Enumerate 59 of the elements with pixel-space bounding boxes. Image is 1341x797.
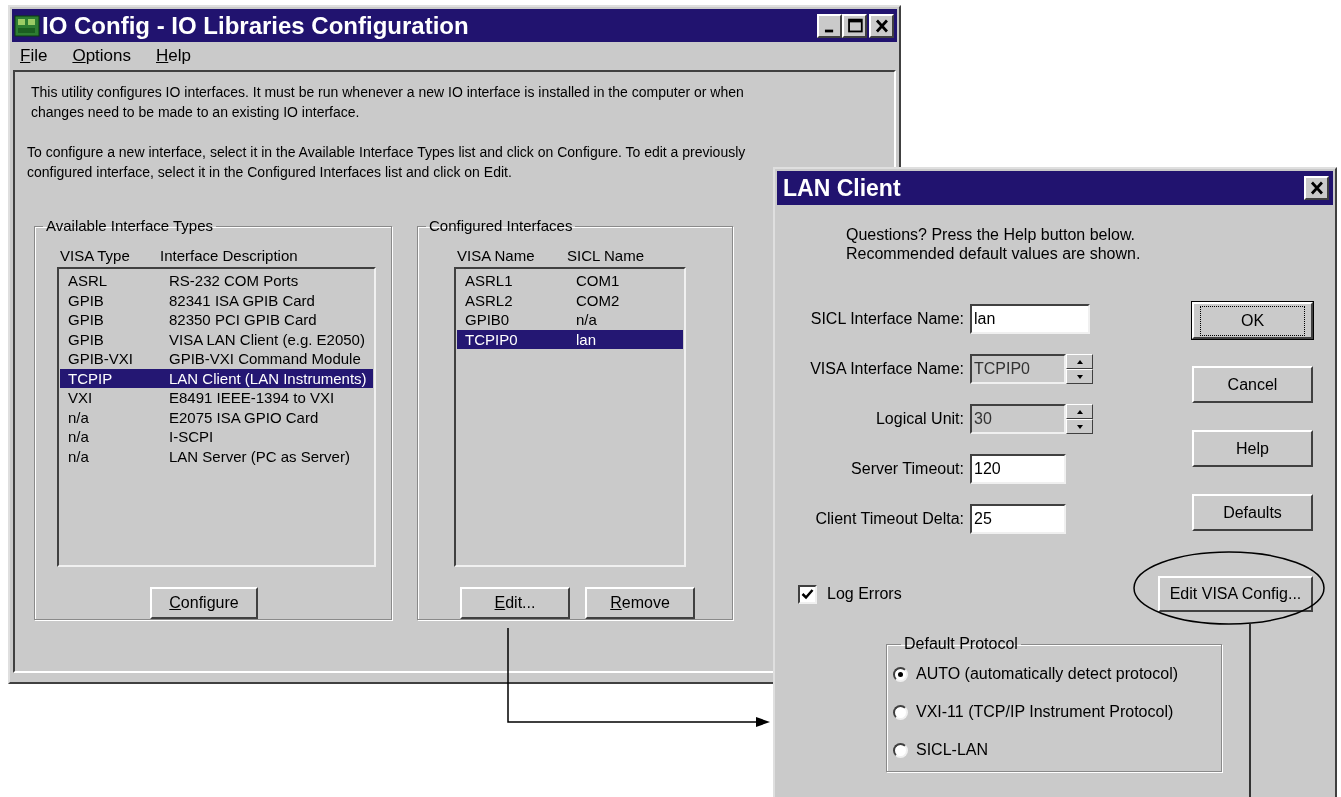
- input-field[interactable]: TCPIP0: [970, 354, 1066, 384]
- field-label: SICL Interface Name:: [809, 309, 964, 329]
- field-label: VISA Interface Name:: [809, 359, 964, 379]
- field-label: Client Timeout Delta:: [814, 509, 964, 529]
- input-field[interactable]: 25: [970, 504, 1066, 534]
- field-label: Server Timeout:: [850, 459, 964, 479]
- menu-item[interactable]: File: [20, 43, 48, 69]
- list-row[interactable]: GPIB VISA LAN Client (e.g. E2050): [60, 329, 373, 349]
- list-row[interactable]: ASRL RS-232 COM Ports: [60, 271, 373, 291]
- radio-button[interactable]: AUTO (automatically detect protocol): [893, 662, 1215, 686]
- menu-item[interactable]: Help: [156, 43, 191, 69]
- maximize-icon[interactable]: [842, 13, 867, 38]
- list-row[interactable]: n/a LAN Server (PC as Server): [60, 446, 373, 466]
- list-row[interactable]: n/a I-SCPI: [60, 427, 373, 447]
- group-title: Available Interface Types: [45, 216, 215, 236]
- column-header: SICL Name: [567, 246, 644, 266]
- list-row[interactable]: VXI E8491 IEEE-1394 to VXI: [60, 388, 373, 408]
- edit-visa-config-button[interactable]: Edit VISA Config...: [1158, 576, 1313, 612]
- remove-button[interactable]: Remove: [585, 587, 695, 619]
- list-row[interactable]: GPIB 82341 ISA GPIB Card: [60, 290, 373, 310]
- close-icon[interactable]: [1304, 176, 1329, 200]
- group-title: Default Protocol: [903, 634, 1019, 654]
- edit-button[interactable]: Edit...: [460, 587, 570, 619]
- checkbox[interactable]: Log Errors: [798, 582, 902, 606]
- radio-button[interactable]: SICL-LAN: [893, 738, 1215, 762]
- column-header: Interface Description: [160, 246, 298, 266]
- group-title: Configured Interfaces: [428, 216, 574, 236]
- dialog-title: LAN Client: [783, 176, 901, 200]
- app-icon: [14, 13, 40, 38]
- button[interactable]: Defaults: [1192, 494, 1313, 531]
- column-header: VISA Type: [60, 246, 131, 266]
- list-row[interactable]: GPIB 82350 PCI GPIB Card: [60, 310, 373, 330]
- button[interactable]: Help: [1192, 430, 1313, 467]
- configure-button[interactable]: Configure: [150, 587, 258, 619]
- list-row[interactable]: n/a E2075 ISA GPIO Card: [60, 407, 373, 427]
- input-field[interactable]: 30: [970, 404, 1066, 434]
- radio-button[interactable]: VXI-11 (TCP/IP Instrument Protocol): [893, 700, 1215, 724]
- list-row[interactable]: ASRL2 COM2: [457, 290, 683, 310]
- menu-item[interactable]: Options: [72, 43, 131, 69]
- help-text: Questions? Press the Help button below. Recommended default values are shown.: [846, 225, 1142, 263]
- spinner-control[interactable]: [1066, 404, 1093, 434]
- spinner-control[interactable]: [1066, 354, 1093, 384]
- list-row[interactable]: TCPIP0 lan: [457, 329, 683, 349]
- list-row[interactable]: TCPIP LAN Client (LAN Instruments): [60, 368, 373, 388]
- button[interactable]: Cancel: [1192, 366, 1313, 403]
- list-row[interactable]: GPIB-VXI GPIB-VXI Command Module: [60, 349, 373, 369]
- intro-text: This utility configures IO interfaces. It must be run whenever a new IO interface is installed in the computer or when changes need to be made to an existing IO interface.: [31, 83, 745, 122]
- input-field[interactable]: 120: [970, 454, 1066, 484]
- field-label: Logical Unit:: [874, 409, 964, 429]
- button[interactable]: OK: [1192, 302, 1313, 339]
- list-row[interactable]: GPIB0 n/a: [457, 310, 683, 330]
- window-title: IO Config - IO Libraries Configuration: [42, 13, 469, 38]
- minimize-icon[interactable]: [817, 13, 842, 38]
- checkmark-icon: [801, 587, 814, 601]
- close-icon[interactable]: [869, 13, 894, 38]
- input-field[interactable]: lan: [970, 304, 1090, 334]
- column-header: VISA Name: [457, 246, 536, 266]
- list-row[interactable]: ASRL1 COM1: [457, 271, 683, 291]
- intro-text: To configure a new interface, select it in the Available Interface Types list and click on Configure. To edit a previously configured interface, select it in the Configured Interfaces list and click on Edit.: [27, 143, 747, 182]
